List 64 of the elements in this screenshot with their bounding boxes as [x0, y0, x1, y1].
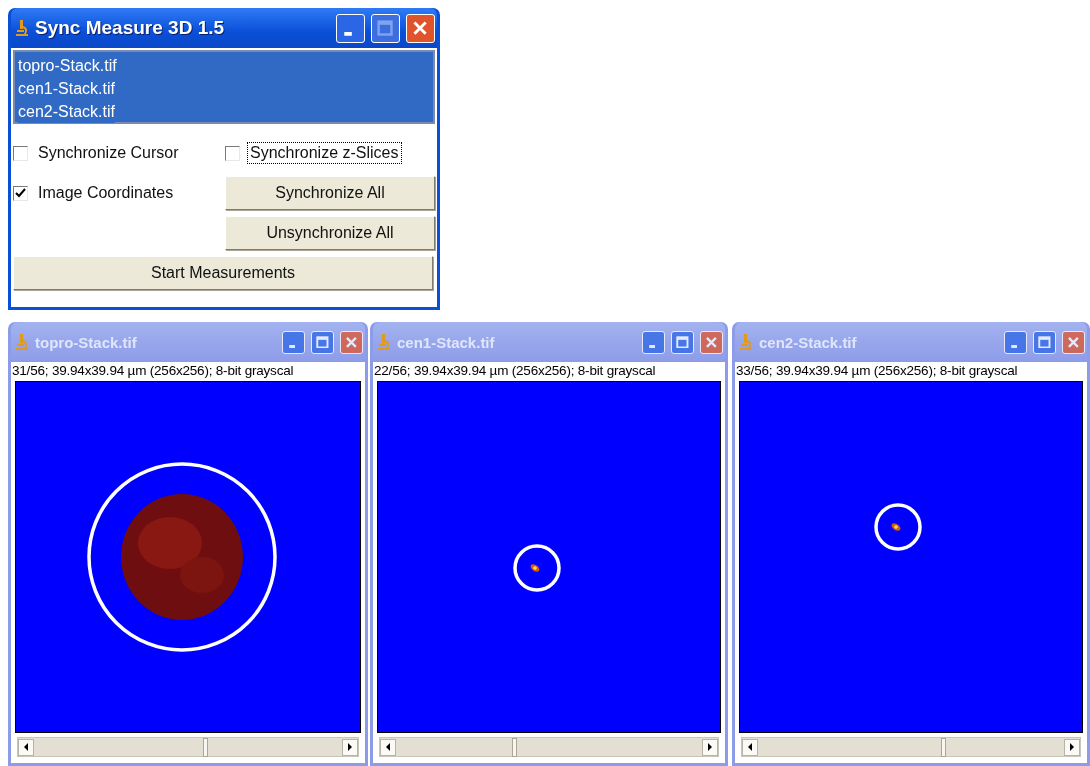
- maximize-button[interactable]: [1033, 330, 1056, 354]
- minimize-button[interactable]: [1004, 330, 1027, 354]
- close-button[interactable]: [406, 13, 435, 43]
- slice-scrollbar[interactable]: [17, 737, 359, 757]
- minimize-button[interactable]: [282, 330, 305, 354]
- maximize-button[interactable]: [311, 330, 334, 354]
- checkbox-label[interactable]: Synchronize Cursor: [36, 143, 181, 163]
- microscope-icon: [377, 333, 391, 351]
- checkbox-label[interactable]: Synchronize z-Slices: [248, 143, 401, 163]
- window-title: cen1-Stack.tif: [397, 333, 496, 351]
- sync-button[interactable]: Unsynchronize All: [225, 216, 435, 250]
- left-arrow-icon: [747, 743, 753, 751]
- scroll-right-button[interactable]: [342, 738, 358, 756]
- close-icon: [412, 19, 429, 37]
- scroll-left-button[interactable]: [742, 738, 758, 756]
- scroll-left-button[interactable]: [380, 738, 396, 756]
- right-arrow-icon: [347, 743, 353, 751]
- checkbox[interactable]: [13, 145, 28, 161]
- scroll-left-button[interactable]: [18, 738, 34, 756]
- microscope-icon: [739, 333, 753, 351]
- maximize-button[interactable]: [371, 13, 400, 43]
- start-measurements-button[interactable]: Start Measurements: [13, 256, 433, 290]
- minimize-button[interactable]: [642, 330, 665, 354]
- microscope-icon: [15, 333, 29, 351]
- checkbox-label[interactable]: Image Coordinates: [36, 183, 176, 203]
- maximize-icon: [316, 335, 329, 349]
- close-button[interactable]: [700, 330, 723, 354]
- image-info: 31/56; 39.94x39.94 µm (256x256); 8-bit grayscal: [11, 362, 295, 380]
- close-icon: [1067, 335, 1080, 349]
- close-icon: [345, 335, 358, 349]
- maximize-icon: [377, 19, 394, 37]
- left-arrow-icon: [23, 743, 29, 751]
- scroll-thumb[interactable]: [511, 738, 517, 757]
- sync-button[interactable]: Synchronize All: [225, 176, 435, 210]
- file-list[interactable]: topro-Stack.tif cen1-Stack.tif cen2-Stack.tif: [13, 50, 435, 124]
- close-button[interactable]: [1062, 330, 1085, 354]
- maximize-button[interactable]: [671, 330, 694, 354]
- right-arrow-icon: [707, 743, 713, 751]
- scroll-thumb[interactable]: [941, 738, 947, 757]
- slice-scrollbar[interactable]: [379, 737, 719, 757]
- image-info: 22/56; 39.94x39.94 µm (256x256); 8-bit grayscal: [373, 362, 657, 380]
- window-title: Sync Measure 3D 1.5: [35, 17, 226, 39]
- scroll-thumb[interactable]: [203, 738, 209, 757]
- minimize-icon: [288, 345, 295, 349]
- minimize-icon: [344, 31, 353, 36]
- minimize-button[interactable]: [336, 13, 365, 43]
- image-info: 33/56; 39.94x39.94 µm (256x256); 8-bit grayscal: [735, 362, 1019, 380]
- minimize-icon: [648, 345, 655, 349]
- left-arrow-icon: [385, 743, 391, 751]
- maximize-icon: [1038, 335, 1051, 349]
- window-title: cen2-Stack.tif: [759, 333, 858, 351]
- window-title: topro-Stack.tif: [35, 333, 138, 351]
- minimize-icon: [1010, 345, 1017, 349]
- scroll-right-button[interactable]: [702, 738, 718, 756]
- right-arrow-icon: [1069, 743, 1075, 751]
- scroll-right-button[interactable]: [1064, 738, 1080, 756]
- slice-scrollbar[interactable]: [741, 737, 1081, 757]
- close-button[interactable]: [340, 330, 363, 354]
- maximize-icon: [676, 335, 689, 349]
- microscope-icon: [15, 19, 29, 37]
- close-icon: [705, 335, 718, 349]
- checkbox[interactable]: [13, 185, 28, 201]
- checkmark-icon: [15, 187, 26, 199]
- checkbox[interactable]: [225, 145, 240, 161]
